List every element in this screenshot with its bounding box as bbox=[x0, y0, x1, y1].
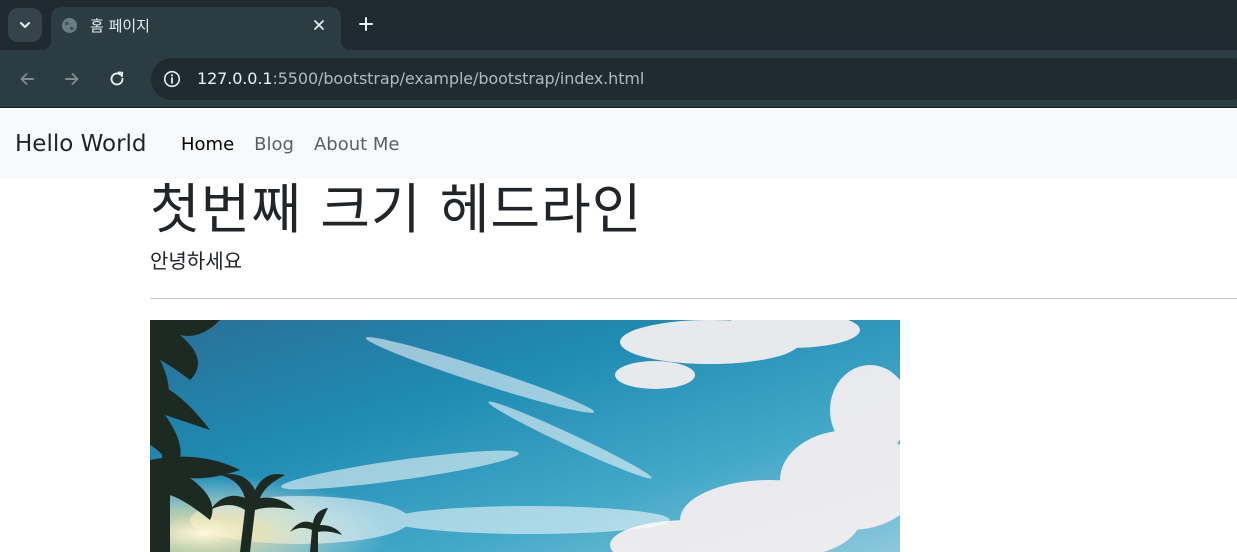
info-icon bbox=[163, 70, 181, 88]
browser-toolbar: 127.0.0.1:5500/bootstrap/example/bootstr… bbox=[0, 50, 1237, 108]
chevron-down-icon bbox=[19, 21, 31, 29]
tab-title: 홈 페이지 bbox=[90, 17, 150, 35]
close-icon bbox=[314, 20, 324, 30]
navbar-brand[interactable]: Hello World bbox=[15, 129, 147, 159]
beach-sky-palms-photo bbox=[150, 320, 900, 552]
browser-tab[interactable]: 홈 페이지 bbox=[41, 7, 351, 50]
address-bar[interactable]: 127.0.0.1:5500/bootstrap/example/bootstr… bbox=[151, 58, 1237, 100]
url-host: 127.0.0.1 bbox=[197, 69, 273, 88]
reload-icon bbox=[110, 71, 124, 86]
nav-link-about-me[interactable]: About Me bbox=[314, 133, 400, 157]
nav-link-home[interactable]: Home bbox=[181, 133, 234, 157]
arrow-right-icon bbox=[65, 73, 79, 85]
url-path: :5500/bootstrap/example/bootstrap/index.… bbox=[272, 69, 645, 88]
back-button[interactable] bbox=[13, 65, 41, 93]
main-container: 첫번째 크기 헤드라인 안녕하세요 bbox=[150, 178, 1237, 299]
horizontal-rule bbox=[150, 298, 1237, 299]
site-navbar: Hello World Home Blog About Me bbox=[0, 109, 1237, 179]
hero-image bbox=[150, 320, 900, 552]
url-text[interactable]: 127.0.0.1:5500/bootstrap/example/bootstr… bbox=[197, 69, 644, 89]
globe-icon bbox=[62, 18, 77, 33]
nav-link-blog[interactable]: Blog bbox=[254, 133, 294, 157]
plus-icon bbox=[359, 17, 373, 31]
arrow-left-icon bbox=[20, 73, 34, 85]
navbar-links: Home Blog About Me bbox=[181, 133, 420, 157]
forward-button[interactable] bbox=[58, 65, 86, 93]
reload-button[interactable] bbox=[103, 65, 131, 93]
tab-close-button[interactable] bbox=[307, 13, 331, 37]
lead-text: 안녕하세요 bbox=[150, 249, 242, 273]
site-info-button[interactable] bbox=[161, 68, 183, 90]
new-tab-button[interactable] bbox=[352, 10, 380, 38]
page-headline: 첫번째 크기 헤드라인 bbox=[150, 178, 643, 241]
browser-tab-strip: 홈 페이지 bbox=[0, 0, 1237, 50]
tab-search-button[interactable] bbox=[8, 8, 42, 42]
